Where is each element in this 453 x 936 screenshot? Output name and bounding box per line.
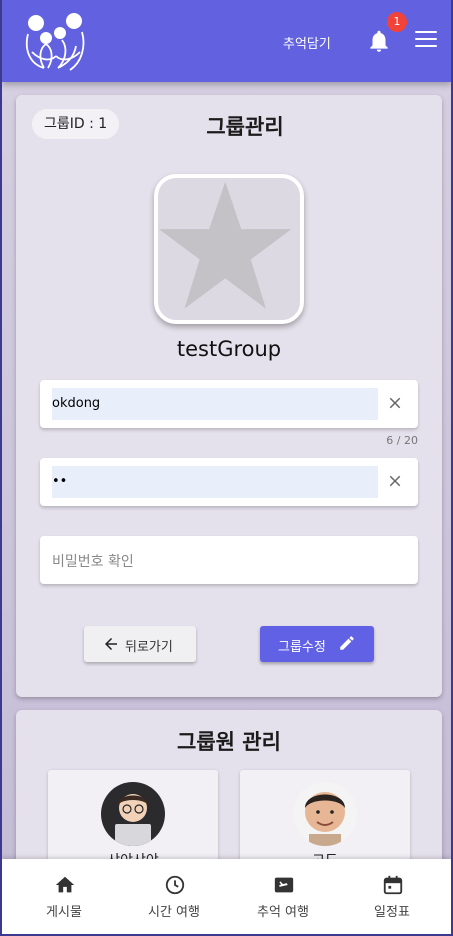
clear-icon[interactable] bbox=[386, 394, 404, 412]
back-button-label: 뒤로가기 bbox=[125, 640, 173, 655]
password-input[interactable]: •• bbox=[52, 466, 378, 498]
group-name-field[interactable]: okdong bbox=[40, 380, 418, 428]
clear-icon[interactable] bbox=[386, 472, 404, 490]
edit-group-button-label: 그룹수정 bbox=[278, 640, 326, 655]
arrow-left-icon bbox=[105, 638, 117, 650]
edit-group-button[interactable]: 그룹수정 bbox=[260, 626, 374, 662]
nav-item-posts[interactable]: 게시물 bbox=[10, 859, 118, 934]
member-management-card: 그룹원 관리 샤야샤야 bbox=[16, 710, 442, 880]
confirm-password-field[interactable]: 비밀번호 확인 bbox=[40, 536, 418, 584]
bottom-navigation: 게시물 시간 여행 추억 여행 일정표 bbox=[2, 859, 451, 934]
pencil-icon bbox=[340, 636, 354, 650]
home-icon bbox=[55, 876, 75, 893]
app-logo[interactable] bbox=[22, 12, 90, 72]
character-counter: 6 / 20 bbox=[386, 434, 418, 447]
member-avatar bbox=[293, 782, 357, 846]
notification-badge: 1 bbox=[387, 12, 407, 32]
group-management-title: 그룹관리 bbox=[206, 115, 284, 139]
hamburger-menu-icon[interactable] bbox=[415, 31, 437, 53]
nav-item-label: 일정표 bbox=[374, 905, 410, 920]
member-avatar bbox=[101, 782, 165, 846]
nav-item-label: 시간 여행 bbox=[148, 905, 200, 920]
member-management-title: 그룹원 관리 bbox=[177, 730, 281, 754]
back-button[interactable]: 뒤로가기 bbox=[84, 626, 196, 662]
travel-icon bbox=[274, 877, 294, 893]
save-memory-link[interactable]: 추억담기 bbox=[283, 33, 331, 52]
star-icon bbox=[158, 181, 292, 309]
nav-item-memory-travel[interactable]: 추억 여행 bbox=[229, 859, 337, 934]
group-image[interactable] bbox=[154, 174, 304, 324]
nav-item-schedule[interactable]: 일정표 bbox=[338, 859, 446, 934]
password-field[interactable]: •• bbox=[40, 458, 418, 506]
nav-item-label: 추억 여행 bbox=[257, 905, 309, 920]
nav-item-time-travel[interactable]: 시간 여행 bbox=[120, 859, 228, 934]
nav-item-label: 게시물 bbox=[46, 905, 82, 920]
group-name-input[interactable]: okdong bbox=[52, 388, 378, 420]
bell-icon[interactable] bbox=[366, 28, 392, 54]
top-header: 추억담기 1 bbox=[2, 0, 451, 82]
group-name: testGroup bbox=[176, 337, 282, 361]
confirm-password-placeholder: 비밀번호 확인 bbox=[52, 554, 134, 570]
calendar-icon bbox=[383, 875, 403, 895]
group-management-card: 그룹ID : 1 그룹관리 testGroup okdong 6 / 20 ••… bbox=[16, 95, 442, 697]
clock-icon bbox=[165, 875, 185, 895]
app-frame: 추억담기 1 그룹ID : 1 그룹관리 testGroup okdong 6 … bbox=[0, 0, 453, 936]
